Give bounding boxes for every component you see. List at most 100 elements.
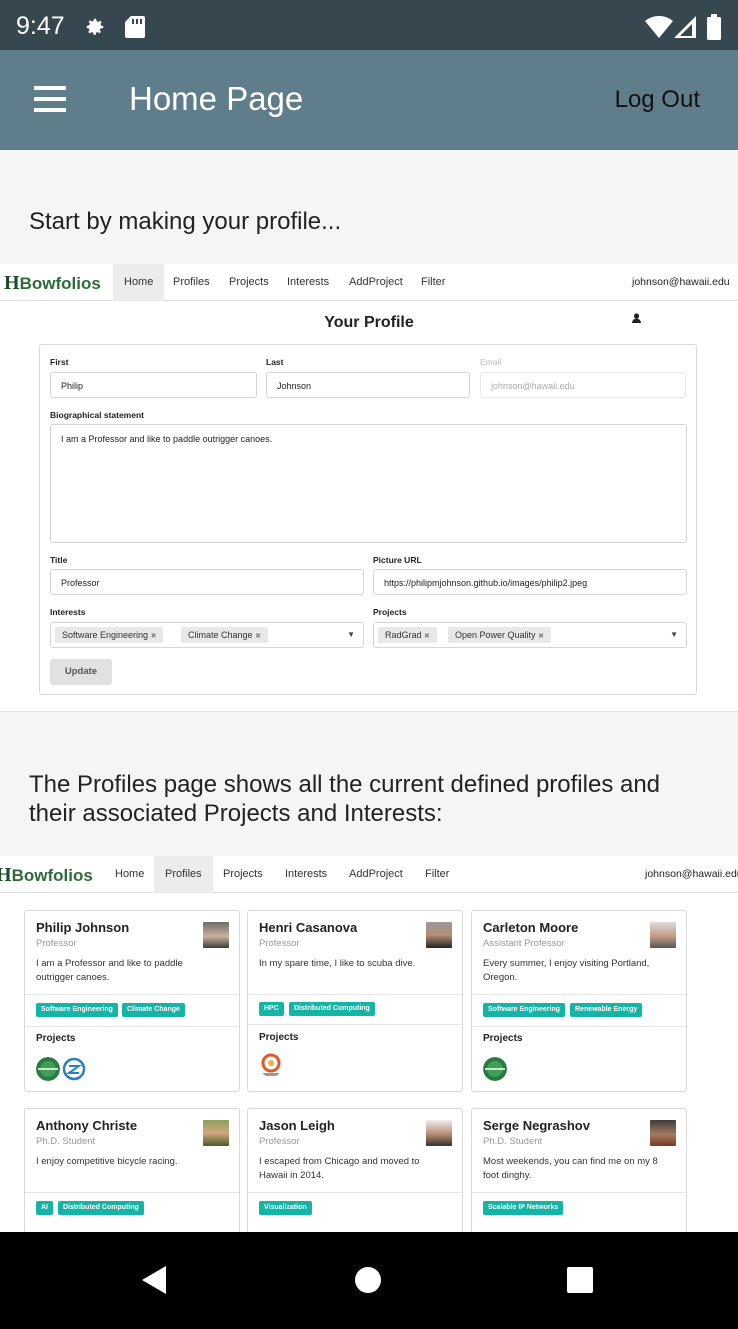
project-logo-icon — [483, 1057, 507, 1081]
user-email: johnson@hawaii.edu — [645, 868, 738, 880]
site-nav: HBowfolios Home Profiles Projects Intere… — [0, 856, 738, 893]
projects-select: RadGrad ✖ Open Power Quality ✖ ▼ — [373, 622, 687, 648]
profile-title: Professor — [259, 938, 300, 949]
avatar — [203, 922, 229, 948]
nav-addproject: AddProject — [349, 276, 403, 288]
profile-screenshot: HBowfolios Home Profiles Projects Intere… — [0, 264, 738, 712]
back-icon[interactable] — [130, 1260, 178, 1300]
nav-addproject: AddProject — [349, 868, 403, 880]
nav-projects: Projects — [229, 276, 269, 288]
nav-projects: Projects — [223, 868, 263, 880]
system-nav-bar — [0, 1232, 738, 1329]
profile-name: Henri Casanova — [259, 920, 358, 935]
recents-icon[interactable] — [556, 1260, 604, 1300]
title-field: Professor — [50, 569, 364, 595]
page-title: Home Page — [129, 80, 304, 117]
interest-chip: Software Engineering ✖ — [55, 627, 164, 643]
wifi-icon — [645, 16, 673, 38]
battery-icon — [707, 14, 721, 40]
nav-profiles: Profiles — [173, 276, 210, 288]
interest-tag: Climate Change — [122, 1003, 185, 1017]
interest-tag: Software Engineering — [483, 1003, 565, 1017]
avatar — [650, 922, 676, 948]
last-field: Johnson — [266, 372, 470, 398]
last-label: Last — [266, 357, 284, 367]
profile-title: Professor — [259, 1136, 300, 1147]
profile-bio: I escaped from Chicago and moved to Hawa… — [259, 1156, 420, 1181]
main-content[interactable]: Start by making your profile... HBowfoli… — [0, 150, 738, 1232]
interests-label: Interests — [50, 607, 86, 617]
profile-card: Serge Negrashov Ph.D. Student Most weeke… — [471, 1108, 687, 1232]
profile-bio: Every summer, I enjoy visiting Portland,… — [483, 958, 650, 983]
status-bar: 9:47 — [0, 0, 738, 50]
your-profile-heading: Your Profile — [324, 314, 414, 331]
interest-tag: Software Engineering — [36, 1003, 118, 1017]
first-label: First — [50, 357, 69, 367]
bowfolios-logo: HBowfolios — [0, 864, 93, 886]
profile-card: Anthony Christe Ph.D. Student I enjoy co… — [24, 1108, 240, 1232]
avatar — [426, 922, 452, 948]
profile-card: Carleton Moore Assistant Professor Every… — [471, 910, 687, 1092]
interest-tag: HPC — [259, 1002, 284, 1016]
intro-text: Start by making your profile... — [29, 208, 342, 235]
sd-card-icon — [125, 16, 145, 38]
user-email: johnson@hawaii.edu — [632, 264, 738, 323]
nav-profiles: Profiles — [154, 856, 213, 893]
project-logo-icon — [261, 1053, 281, 1076]
projects-label: Projects — [259, 1032, 299, 1043]
status-time: 9:47 — [16, 12, 65, 40]
nav-home: Home — [113, 264, 165, 301]
dropdown-caret-icon: ▼ — [347, 630, 355, 639]
interests-select: Software Engineering ✖ Climate Change ✖ … — [50, 622, 364, 648]
profile-name: Jason Leigh — [259, 1118, 335, 1133]
profile-card: Jason Leigh Professor I escaped from Chi… — [247, 1108, 463, 1232]
first-field: Philip — [50, 372, 257, 398]
gear-icon — [86, 18, 104, 35]
nav-home: Home — [115, 868, 145, 880]
email-field: johnson@hawaii.edu — [480, 372, 686, 398]
projects-label: Projects — [36, 1033, 76, 1044]
project-chip: RadGrad ✖ — [378, 627, 437, 643]
dropdown-caret-icon: ▼ — [670, 630, 678, 639]
email-label: Email — [480, 357, 502, 367]
log-out-button[interactable]: Log Out — [615, 86, 700, 114]
title-label: Title — [50, 555, 68, 565]
home-icon[interactable] — [344, 1260, 392, 1300]
profile-name: Serge Negrashov — [483, 1118, 590, 1133]
profile-card: Philip Johnson Professor I am a Professo… — [24, 910, 240, 1092]
interest-tag: Visualization — [259, 1201, 312, 1215]
profile-name: Philip Johnson — [36, 920, 130, 935]
signal-icon — [674, 16, 696, 38]
nav-filter: Filter — [425, 868, 450, 880]
profiles-screenshot: HBowfolios Home Profiles Projects Intere… — [0, 856, 738, 1232]
site-nav: HBowfolios Home Profiles Projects Intere… — [0, 264, 738, 323]
profile-bio: Most weekends, you can find me on my 8 f… — [483, 1156, 658, 1181]
project-logo-icon — [36, 1057, 60, 1081]
profiles-intro-text: The Profiles page shows all the current … — [29, 771, 661, 827]
avatar — [426, 1120, 452, 1146]
avatar — [203, 1120, 229, 1146]
projects-label: Projects — [483, 1033, 523, 1044]
profile-name: Anthony Christe — [36, 1118, 138, 1133]
bowfolios-logo: HBowfolios — [4, 272, 101, 294]
profile-title: Ph.D. Student — [483, 1136, 543, 1147]
interest-tag: Distributed Computing — [289, 1002, 375, 1016]
hamburger-menu-icon[interactable] — [28, 80, 72, 120]
interest-tag: Scalable IP Networks — [483, 1201, 564, 1215]
bio-label: Biographical statement — [50, 410, 144, 420]
projects-label: Projects — [373, 607, 407, 617]
interest-tag: AI — [36, 1201, 53, 1215]
profile-title: Professor — [36, 938, 77, 949]
profile-form: First Philip Last Johnson Email johnson@… — [39, 344, 697, 695]
profile-bio: I am a Professor and like to paddle outr… — [36, 958, 183, 983]
interest-tag: Renewable Energy — [570, 1003, 643, 1017]
profile-card: Henri Casanova Professor In my spare tim… — [247, 910, 463, 1092]
nav-interests: Interests — [285, 868, 328, 880]
profile-title: Assistant Professor — [483, 938, 565, 949]
picture-url-field: https://philipmjohnson.github.io/images/… — [373, 569, 687, 595]
profile-bio: I enjoy competitive bicycle racing. — [36, 1156, 178, 1167]
app-bar: Home Page Log Out — [0, 50, 738, 150]
avatar — [650, 1120, 676, 1146]
project-logo-icon — [62, 1057, 86, 1081]
interest-chip: Climate Change ✖ — [181, 627, 268, 643]
